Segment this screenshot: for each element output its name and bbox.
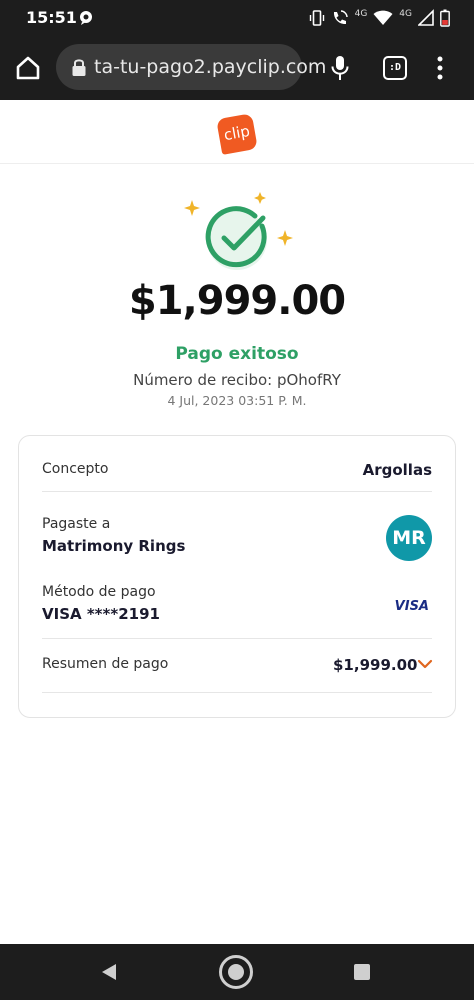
url-text[interactable]: ta-tu-pago2.payclip.com xyxy=(94,56,326,78)
signal-icon xyxy=(418,9,434,26)
concept-label: Concepto xyxy=(42,461,109,477)
lock-icon[interactable] xyxy=(70,57,88,77)
merchant-name: Matrimony Rings xyxy=(42,537,186,555)
network-label: 4G xyxy=(354,9,368,19)
status-time: 15:51 xyxy=(26,8,77,27)
summary-amount: $1,999.00 xyxy=(333,656,418,674)
chat-notification-icon xyxy=(80,11,92,25)
receipt-number: Número de recibo: pOhofRY xyxy=(133,371,341,389)
status-bar: 15:51 4G 4G xyxy=(0,0,474,36)
browser-toolbar: ta-tu-pago2.payclip.com :D xyxy=(0,36,474,100)
tabs-button[interactable]: :D xyxy=(383,56,407,80)
clip-logo: clip xyxy=(216,113,258,155)
payment-summary-toggle[interactable]: Resumen de pago $1,999.00 xyxy=(19,639,455,691)
payment-amount: $1,999.00 xyxy=(128,278,346,324)
mic-icon[interactable] xyxy=(328,54,352,82)
payment-method-value: VISA ****2191 xyxy=(42,605,160,623)
address-bar[interactable]: ta-tu-pago2.payclip.com xyxy=(56,44,326,90)
wifi-icon xyxy=(373,10,393,25)
payment-date: 4 Jul, 2023 03:51 P. M. xyxy=(167,393,307,408)
recents-icon[interactable] xyxy=(354,964,370,980)
paid-to-label: Pagaste a xyxy=(42,516,111,532)
call-wifi-icon xyxy=(333,10,348,25)
visa-logo: VISA xyxy=(394,599,429,614)
payment-status: Pago exitoso xyxy=(175,344,299,364)
system-nav-bar xyxy=(0,944,474,1000)
success-check-icon xyxy=(184,192,293,270)
payment-method-label: Método de pago xyxy=(42,584,156,600)
back-icon[interactable] xyxy=(100,963,118,981)
payment-details-card: Concepto Argollas Pagaste a Matrimony Ri… xyxy=(18,435,456,718)
merchant-avatar: MR xyxy=(386,515,432,561)
battery-low-icon xyxy=(440,9,450,27)
page-header: clip xyxy=(0,100,474,164)
status-icons: 4G 4G xyxy=(309,8,450,28)
home-circle-icon[interactable] xyxy=(219,955,253,989)
network-label-2: 4G xyxy=(399,9,412,19)
more-vert-icon[interactable] xyxy=(432,54,448,82)
divider xyxy=(42,491,432,492)
concept-value: Argollas xyxy=(362,461,432,479)
chevron-down-icon[interactable] xyxy=(417,658,433,670)
home-icon[interactable] xyxy=(14,54,42,82)
divider xyxy=(42,692,432,693)
summary-label: Resumen de pago xyxy=(42,656,169,672)
vibrate-icon xyxy=(309,10,324,26)
